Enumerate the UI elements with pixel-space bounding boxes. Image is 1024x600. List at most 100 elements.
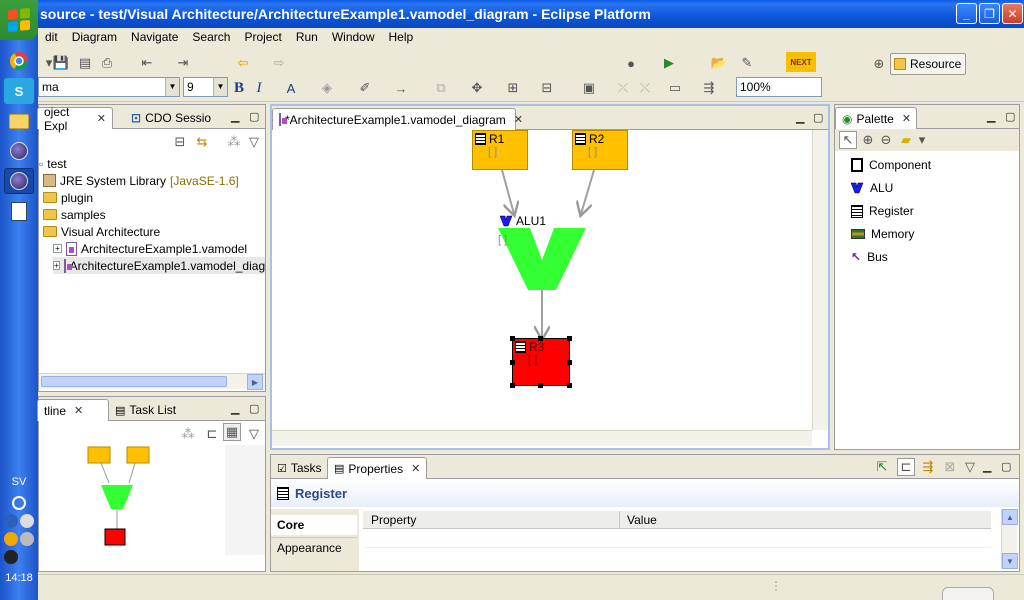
fit-icon[interactable]: ▣	[580, 79, 598, 97]
minimize-button[interactable]: _	[956, 3, 977, 24]
close-icon[interactable]: ✕	[97, 112, 106, 125]
forward-arrow-icon[interactable]: ⇨	[270, 54, 288, 72]
tree-item-vamodel[interactable]: + ArchitectureExample1.vamodel	[53, 240, 247, 257]
font-name-combo[interactable]: ma ▼	[38, 77, 180, 97]
minimize-icon[interactable]: ▁	[983, 460, 991, 473]
maximize-icon[interactable]: ▢	[249, 110, 259, 123]
selection-handle[interactable]	[510, 336, 515, 341]
undo-history-icon[interactable]: ⇤	[138, 54, 156, 72]
next-icon[interactable]: NEXT	[786, 52, 816, 72]
filter-icon[interactable]: ⁂	[225, 133, 243, 151]
tree-item-jre[interactable]: JRE System Library [JavaSE-1.6]	[43, 172, 239, 189]
minimize-icon[interactable]: ▁	[796, 111, 804, 124]
fill-color-icon[interactable]: ◈	[318, 79, 336, 97]
font-color-icon[interactable]: A	[282, 79, 300, 97]
arrange-icon[interactable]: ⊞	[504, 79, 522, 97]
tray-app2-icon[interactable]	[20, 532, 34, 546]
tab-tasks[interactable]: ☑ Tasks	[271, 457, 328, 479]
view-menu-icon[interactable]: ▽	[245, 425, 263, 443]
close-icon[interactable]: ✕	[411, 462, 420, 475]
selection-handle[interactable]	[567, 383, 572, 388]
tab-diagram-editor[interactable]: *ArchitectureExample1.vamodel_diagram ✕	[272, 108, 523, 130]
categories-icon[interactable]: ⊏	[897, 458, 915, 476]
tab-cdo-sessions[interactable]: ⊡ CDO Sessio	[125, 107, 217, 129]
chrome-icon[interactable]	[4, 48, 34, 74]
palette-item-alu[interactable]: ALU	[851, 178, 893, 198]
tab-properties[interactable]: ▤ Properties ✕	[327, 457, 427, 479]
close-icon[interactable]: ✕	[514, 113, 523, 126]
skype-icon[interactable]: S	[4, 78, 34, 104]
restore-default-icon[interactable]: ⊠	[941, 458, 959, 476]
selection-handle[interactable]	[510, 383, 515, 388]
pin-icon[interactable]: ⇱	[873, 458, 891, 476]
scroll-up-icon[interactable]: ▲	[1002, 509, 1018, 525]
menu-edit[interactable]: dit	[38, 30, 65, 44]
copy-format-icon[interactable]: ⧉	[432, 79, 450, 97]
open-folder-icon[interactable]: 📂	[710, 54, 728, 72]
zoom-in-icon[interactable]: ⊕	[859, 131, 877, 149]
tray-app-icon[interactable]	[4, 532, 18, 546]
register-r3[interactable]: R3 [ ]	[510, 336, 572, 388]
volume-icon[interactable]	[20, 514, 34, 528]
link-editor-icon[interactable]: ⇆	[193, 133, 211, 151]
open-perspective-icon[interactable]: ⊕	[870, 55, 888, 73]
pen-icon[interactable]: ✎	[738, 54, 756, 72]
view-menu-icon[interactable]: ▽	[961, 458, 979, 476]
connector-icon[interactable]: ⇶	[700, 79, 718, 97]
sphere-icon[interactable]: ●	[622, 54, 640, 72]
folder-icon[interactable]	[4, 108, 34, 134]
outline-thumbnail[interactable]	[39, 445, 265, 555]
window-titlebar[interactable]: source - test/Visual Architecture/Archit…	[38, 0, 1024, 28]
tree-icon[interactable]: ⊏	[203, 425, 221, 443]
minimize-icon[interactable]: ▁	[231, 110, 239, 123]
tree-item-vamodel-diagram[interactable]: + ArchitectureExample1.vamodel_diag	[53, 257, 265, 274]
register-r2[interactable]: R2 [ ]	[572, 130, 628, 170]
route-icon[interactable]: ⤫	[614, 79, 632, 97]
line-style-icon[interactable]: →	[392, 79, 410, 97]
tab-palette[interactable]: ◉ Palette ✕	[835, 107, 917, 129]
overview-icon[interactable]: ▦	[223, 423, 241, 441]
line-color-icon[interactable]: ✐	[356, 79, 374, 97]
selection-handle[interactable]	[567, 336, 572, 341]
redo-history-icon[interactable]: ⇥	[174, 54, 192, 72]
language-indicator[interactable]: SV	[0, 476, 38, 488]
close-icon[interactable]: ✕	[74, 404, 83, 417]
save-icon[interactable]: 💾	[52, 54, 70, 72]
document-icon[interactable]	[4, 198, 34, 224]
minimize-icon[interactable]: ▁	[987, 110, 995, 123]
editor-vscrollbar[interactable]	[812, 130, 828, 430]
filter-advanced-icon[interactable]: ⇶	[919, 458, 937, 476]
alu-header[interactable]: ALU1	[500, 214, 546, 228]
maximize-icon[interactable]: ▢	[1001, 460, 1011, 473]
bus-r1-alu[interactable]	[501, 169, 514, 214]
view-icon[interactable]: ▭	[666, 79, 684, 97]
tree-item-samples[interactable]: samples	[43, 206, 106, 223]
close-button[interactable]: ✕	[1002, 3, 1023, 24]
tree-item-test[interactable]: ▫ test	[39, 155, 67, 172]
tree-item-visual-architecture[interactable]: Visual Architecture	[43, 223, 160, 240]
heap-status[interactable]	[942, 587, 994, 600]
eclipse-active-icon[interactable]	[4, 168, 34, 194]
filter-icon[interactable]: ⁂	[179, 425, 197, 443]
maximize-icon[interactable]: ▢	[813, 111, 823, 124]
select-tool-icon[interactable]: ↖	[839, 131, 857, 149]
register-r1[interactable]: R1 [ ]	[472, 130, 528, 170]
italic-button[interactable]: I	[250, 79, 268, 97]
perspective-button[interactable]: Resource	[890, 53, 966, 75]
start-button[interactable]	[0, 0, 38, 40]
menu-help[interactable]: Help	[382, 30, 421, 44]
eclipse-icon[interactable]	[4, 138, 34, 164]
palette-item-bus[interactable]: ↖ Bus	[851, 247, 888, 267]
palette-item-memory[interactable]: Memory	[851, 224, 914, 244]
menu-search[interactable]: Search	[185, 30, 237, 44]
tray-app3-icon[interactable]	[4, 550, 18, 564]
back-arrow-icon[interactable]: ⇦	[234, 54, 252, 72]
palette-item-register[interactable]: Register	[851, 201, 914, 221]
maximize-icon[interactable]: ▢	[1005, 110, 1015, 123]
selection-handle[interactable]	[567, 360, 572, 365]
align-icon[interactable]: ⊟	[538, 79, 556, 97]
tab-core[interactable]: Core	[271, 515, 357, 535]
column-header-value[interactable]: Value	[627, 513, 657, 527]
editor-hscrollbar[interactable]	[272, 430, 812, 446]
back-icon[interactable]	[12, 496, 26, 510]
